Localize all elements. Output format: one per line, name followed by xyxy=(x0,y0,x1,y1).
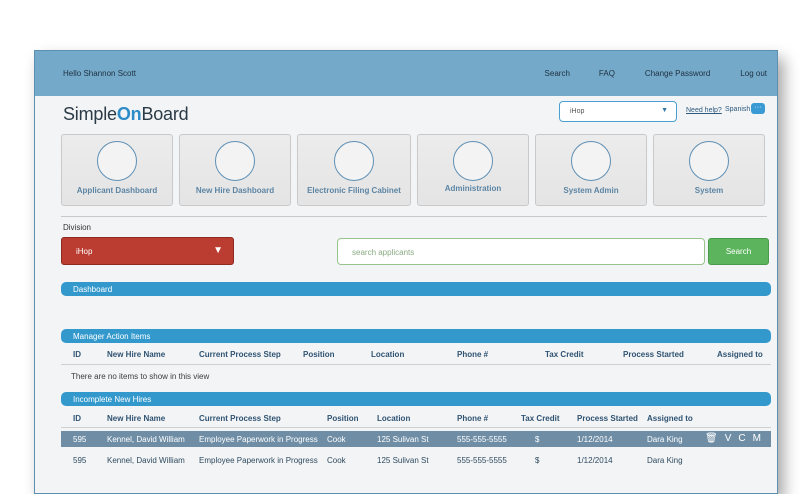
col-current-process-step[interactable]: Current Process Step xyxy=(199,414,281,423)
dashboard-tiles: Applicant Dashboard New Hire Dashboard E… xyxy=(61,134,771,206)
cell-location: 125 Sulivan St xyxy=(377,455,429,465)
cell-id: 595 xyxy=(73,434,87,444)
search-button[interactable]: Search xyxy=(708,238,769,265)
tile-circle-icon xyxy=(97,141,137,181)
tile-label: Applicant Dashboard xyxy=(76,186,158,195)
tile-circle-icon xyxy=(334,141,374,181)
row-actions: 🗑 V C M xyxy=(698,433,761,444)
cell-process-step: Employee Paperwork in Progress xyxy=(199,434,318,444)
col-phone[interactable]: Phone # xyxy=(457,350,488,359)
tile-system[interactable]: System xyxy=(653,134,765,206)
nav-change-password-link[interactable]: Change Password xyxy=(645,69,710,78)
logo-part-simple: Simple xyxy=(63,104,117,124)
header-division-value: iHop xyxy=(570,108,585,115)
table-row[interactable]: 595 Kennel, David William Employee Paper… xyxy=(61,452,771,468)
empty-message: There are no items to show in this view xyxy=(71,372,210,381)
division-label: Division xyxy=(63,223,92,232)
view-action[interactable]: V xyxy=(725,433,732,444)
need-help-link[interactable]: Need help? xyxy=(686,107,722,114)
tile-label: System Admin xyxy=(563,186,619,195)
header-division-select[interactable]: iHop ▼ xyxy=(559,101,677,122)
cell-process-started: 1/12/2014 xyxy=(577,434,613,444)
spanish-link[interactable]: Spanish xyxy=(725,106,750,113)
trash-icon[interactable]: 🗑 xyxy=(705,433,718,444)
header-divider xyxy=(61,364,771,365)
search-applicants-input[interactable]: search applicants xyxy=(337,238,705,265)
tile-applicant-dashboard[interactable]: Applicant Dashboard xyxy=(61,134,173,206)
cell-position: Cook xyxy=(327,434,346,444)
incomplete-new-hires-bar[interactable]: Incomplete New Hires xyxy=(61,392,771,406)
col-process-started[interactable]: Process Started xyxy=(623,350,684,359)
cell-process-started: 1/12/2014 xyxy=(577,455,613,465)
cell-id: 595 xyxy=(73,455,87,465)
division-select[interactable]: iHop ▼ xyxy=(61,237,234,265)
col-new-hire-name[interactable]: New Hire Name xyxy=(107,350,165,359)
tile-label: Electronic Filing Cabinet xyxy=(307,186,401,195)
logo-part-on: On xyxy=(116,104,142,124)
col-location[interactable]: Location xyxy=(371,350,404,359)
logo: SimpleOnBoard xyxy=(63,104,189,125)
nav-logout-link[interactable]: Log out xyxy=(740,69,767,78)
top-nav-links: Search FAQ Change Password Log out xyxy=(545,69,767,78)
tile-system-admin[interactable]: System Admin xyxy=(535,134,647,206)
cell-location: 125 Sulivan St xyxy=(377,434,429,444)
cell-assigned-to: Dara King xyxy=(647,434,683,444)
col-new-hire-name[interactable]: New Hire Name xyxy=(107,414,165,423)
tile-electronic-filing-cabinet[interactable]: Electronic Filing Cabinet xyxy=(297,134,411,206)
tile-circle-icon xyxy=(571,141,611,181)
header-divider xyxy=(61,427,771,428)
tile-label: New Hire Dashboard xyxy=(195,186,275,195)
tile-label: Administration xyxy=(444,184,502,193)
cell-process-step: Employee Paperwork in Progress xyxy=(199,455,318,465)
division-select-value: iHop xyxy=(76,247,93,256)
col-assigned-to[interactable]: Assigned to xyxy=(717,350,763,359)
col-phone[interactable]: Phone # xyxy=(457,414,488,423)
cell-tax-credit: $ xyxy=(535,434,540,444)
greeting-text: Hello Shannon Scott xyxy=(63,69,136,78)
manager-action-items-bar[interactable]: Manager Action Items xyxy=(61,329,771,343)
tile-label: System xyxy=(694,186,724,195)
col-current-process-step[interactable]: Current Process Step xyxy=(199,350,281,359)
tile-new-hire-dashboard[interactable]: New Hire Dashboard xyxy=(179,134,291,206)
cell-phone: 555-555-5555 xyxy=(457,455,507,465)
tile-circle-icon xyxy=(453,141,493,181)
header-row: SimpleOnBoard iHop ▼ Need help? Spanish … xyxy=(35,96,777,135)
manager-table-header: ID New Hire Name Current Process Step Po… xyxy=(61,347,771,361)
app-window: Hello Shannon Scott Search FAQ Change Pa… xyxy=(34,50,778,494)
col-assigned-to[interactable]: Assigned to xyxy=(647,414,693,423)
cell-assigned-to: Dara King xyxy=(647,455,683,465)
table-row[interactable]: 595 Kennel, David William Employee Paper… xyxy=(61,431,771,447)
col-id[interactable]: ID xyxy=(73,414,81,423)
chat-bubble-icon[interactable]: ··· xyxy=(751,103,765,114)
tile-administration[interactable]: Administration xyxy=(417,134,529,206)
cell-name: Kennel, David William xyxy=(107,455,185,465)
nav-faq-link[interactable]: FAQ xyxy=(599,69,615,78)
col-location[interactable]: Location xyxy=(377,414,410,423)
cell-name: Kennel, David William xyxy=(107,434,185,444)
caret-down-icon: ▼ xyxy=(213,245,223,256)
tile-circle-icon xyxy=(689,141,729,181)
dashboard-section-bar[interactable]: Dashboard xyxy=(61,282,771,296)
col-tax-credit[interactable]: Tax Credit xyxy=(545,350,584,359)
cell-tax-credit: $ xyxy=(535,455,540,465)
logo-part-board: Board xyxy=(141,104,189,124)
incomplete-table-header: ID New Hire Name Current Process Step Po… xyxy=(61,411,771,425)
col-id[interactable]: ID xyxy=(73,350,81,359)
col-position[interactable]: Position xyxy=(303,350,335,359)
complete-action[interactable]: C xyxy=(738,433,745,444)
cell-position: Cook xyxy=(327,455,346,465)
col-process-started[interactable]: Process Started xyxy=(577,414,638,423)
tile-circle-icon xyxy=(215,141,255,181)
nav-search-link[interactable]: Search xyxy=(545,69,570,78)
cell-phone: 555-555-5555 xyxy=(457,434,507,444)
top-navigation-bar: Hello Shannon Scott Search FAQ Change Pa… xyxy=(35,51,777,96)
divider xyxy=(61,216,767,217)
manage-action[interactable]: M xyxy=(753,433,761,444)
chevron-down-icon: ▼ xyxy=(661,107,668,114)
col-tax-credit[interactable]: Tax Credit xyxy=(521,414,560,423)
col-position[interactable]: Position xyxy=(327,414,359,423)
